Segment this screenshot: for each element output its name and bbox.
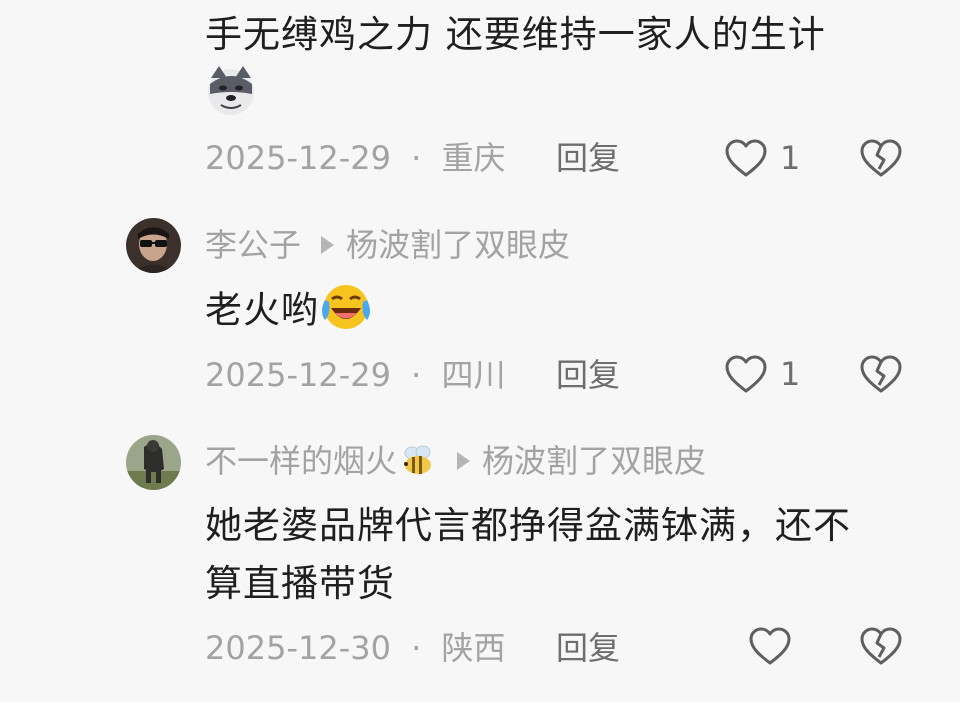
comment-header: 李公子 杨波割了双眼皮 [205, 229, 570, 261]
heart-outline-icon [749, 627, 791, 665]
comment-location: 陕西 [441, 629, 506, 667]
like-count: 1 [780, 355, 801, 393]
avatar-image [126, 435, 181, 490]
comment-text: 老火哟 [205, 288, 319, 332]
like-button[interactable] [748, 624, 804, 668]
username[interactable]: 李公子 [205, 229, 301, 261]
reply-arrow-icon [457, 452, 471, 470]
meta-separator: · [411, 356, 422, 394]
reply-button[interactable]: 回复 [556, 142, 620, 174]
heart-outline-icon [725, 139, 767, 177]
like-button[interactable]: 1 [724, 136, 800, 180]
meta-separator: · [411, 629, 422, 667]
reply-button[interactable]: 回复 [556, 632, 620, 664]
comment-text-row: 老火哟 [205, 285, 373, 334]
comment-date: 2025-12-29 [205, 139, 391, 177]
broken-heart-icon[interactable] [859, 624, 903, 668]
doge-face-sticker [208, 66, 254, 115]
comment-date: 2025-12-29 [205, 356, 391, 394]
like-count: 1 [780, 139, 801, 177]
username[interactable]: 不一样的烟火 [205, 445, 397, 477]
reply-to-username[interactable]: 杨波割了双眼皮 [482, 445, 706, 477]
comment-meta: 2025-12-29 · 重庆 [205, 142, 506, 174]
broken-heart-icon[interactable] [859, 136, 903, 180]
reply-to-username[interactable]: 杨波割了双眼皮 [346, 229, 570, 261]
reply-button[interactable]: 回复 [556, 359, 620, 391]
crying-laughing-emoji [322, 285, 370, 329]
broken-heart-icon[interactable] [859, 352, 903, 396]
bee-icon [404, 445, 432, 474]
heart-outline-icon [725, 355, 767, 393]
comment-meta: 2025-12-30 · 陕西 [205, 632, 506, 664]
avatar[interactable] [126, 435, 181, 490]
reply-arrow-icon [321, 236, 335, 254]
comment-meta: 2025-12-29 · 四川 [205, 359, 506, 391]
comment-text: 她老婆品牌代言都挣得盆满钵满，还不 [205, 504, 851, 547]
comment-date: 2025-12-30 [205, 629, 391, 667]
avatar-image [126, 218, 181, 273]
like-button[interactable]: 1 [724, 352, 800, 396]
comment-text: 算直播带货 [205, 562, 395, 605]
avatar[interactable] [126, 218, 181, 273]
meta-separator: · [411, 139, 422, 177]
comment-location: 重庆 [441, 139, 506, 177]
comment-header: 不一样的烟火 杨波割了双眼皮 [205, 444, 706, 478]
comment-text: 手无缚鸡之力 还要维持一家人的生计 [205, 13, 826, 56]
comment-location: 四川 [441, 356, 506, 394]
